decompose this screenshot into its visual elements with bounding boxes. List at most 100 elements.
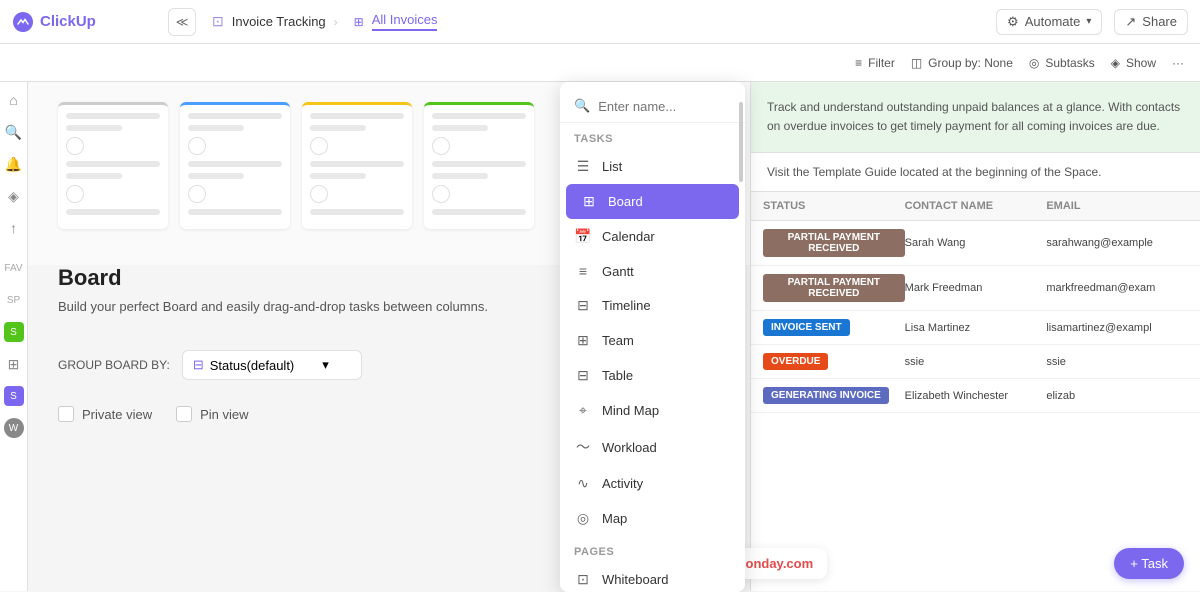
menu-item-mindmap[interactable]: ⌖ Mind Map <box>560 393 745 428</box>
breadcrumb-invoice-tracking[interactable]: Invoice Tracking <box>232 14 326 29</box>
pin-view-box[interactable] <box>176 406 192 422</box>
board-label: Board <box>608 194 643 209</box>
menu-item-gantt[interactable]: ≡ Gantt <box>560 254 745 288</box>
view-search-input[interactable] <box>598 99 731 114</box>
menu-item-team[interactable]: ⊞ Team <box>560 323 745 358</box>
more-options-button[interactable]: ··· <box>1172 56 1184 70</box>
td-contact: Sarah Wang <box>905 237 1047 249</box>
scrollbar-thumb[interactable] <box>739 102 743 182</box>
th-status: STATUS <box>763 200 905 212</box>
breadcrumb-separator: › <box>334 15 338 29</box>
td-email: markfreedman@exam <box>1046 282 1188 294</box>
group-by-chevron-icon: ▾ <box>322 357 329 373</box>
sidebar-up-icon[interactable]: ↑ <box>4 218 24 238</box>
workload-label: Workload <box>602 440 657 455</box>
sidebar-search-icon[interactable]: 🔍 <box>4 122 24 142</box>
pin-view-checkbox[interactable]: Pin view <box>176 406 248 422</box>
team-icon: ⊞ <box>574 332 592 349</box>
menu-item-map[interactable]: ◎ Map <box>560 501 745 536</box>
table-label: Table <box>602 368 633 383</box>
gantt-label: Gantt <box>602 264 634 279</box>
clickup-logo-icon <box>12 11 34 33</box>
invoice-table: STATUS CONTACT NAME EMAIL PARTIAL PAYMEN… <box>751 192 1200 413</box>
timeline-label: Timeline <box>602 298 651 313</box>
td-email: ssie <box>1046 356 1188 368</box>
map-label: Map <box>602 511 627 526</box>
td-status: PARTIAL PAYMENT RECEIVED <box>763 274 905 302</box>
th-email: EMAIL <box>1046 200 1188 212</box>
td-status: GENERATING INVOICE <box>763 387 905 404</box>
menu-item-timeline[interactable]: ⊟ Timeline <box>560 288 745 323</box>
tab-all-invoices[interactable]: All Invoices <box>372 12 438 31</box>
sidebar-fav-label: FAV <box>4 258 24 278</box>
sidebar-w-icon[interactable]: W <box>4 418 24 438</box>
table-icon: ⊟ <box>574 367 592 384</box>
calendar-label: Calendar <box>602 229 655 244</box>
sidebar-home-icon[interactable]: ⌂ <box>4 90 24 110</box>
td-email: elizab <box>1046 390 1188 402</box>
menu-item-calendar[interactable]: 📅 Calendar <box>560 219 745 254</box>
menu-item-whiteboard[interactable]: ⊡ Whiteboard <box>560 562 745 592</box>
board-column-2 <box>180 102 290 229</box>
mindmap-label: Mind Map <box>602 403 659 418</box>
gantt-icon: ≡ <box>574 263 592 279</box>
right-info-panel: Track and understand outstanding unpaid … <box>750 82 1200 591</box>
show-icon: ◈ <box>1111 56 1120 70</box>
private-view-checkbox[interactable]: Private view <box>58 406 152 422</box>
td-contact: ssie <box>905 356 1047 368</box>
more-icon: ··· <box>1172 56 1184 70</box>
private-view-box[interactable] <box>58 406 74 422</box>
pages-section-label: PAGES <box>560 536 745 562</box>
td-status: PARTIAL PAYMENT RECEIVED <box>763 229 905 257</box>
group-by-button[interactable]: ◫ Group by: None <box>911 56 1013 70</box>
td-status: OVERDUE <box>763 353 905 370</box>
whiteboard-label: Whiteboard <box>602 572 668 587</box>
menu-item-workload[interactable]: 〜 Workload <box>560 428 745 466</box>
toolbar2-right: ≡ Filter ◫ Group by: None ◎ Subtasks ◈ S… <box>855 56 1184 70</box>
list-label: List <box>602 159 622 174</box>
right-description-text: Track and understand outstanding unpaid … <box>767 98 1184 136</box>
logo-area: ClickUp <box>12 11 152 33</box>
group-by-value: Status(default) <box>210 358 295 373</box>
add-task-button[interactable]: + Task <box>1114 548 1184 579</box>
right-note: Visit the Template Guide located at the … <box>751 153 1200 192</box>
subtasks-button[interactable]: ◎ Subtasks <box>1029 56 1095 70</box>
share-button[interactable]: ↗ Share <box>1114 9 1188 35</box>
group-by-select[interactable]: ⊟ Status(default) ▾ <box>182 350 362 380</box>
tab-grid-icon: ⊞ <box>354 15 364 29</box>
group-icon: ◫ <box>911 56 922 70</box>
sidebar-bell-icon[interactable]: 🔔 <box>4 154 24 174</box>
show-button[interactable]: ◈ Show <box>1111 56 1156 70</box>
sidebar-collapse-button[interactable]: ≪ <box>168 8 196 36</box>
subtasks-icon: ◎ <box>1029 56 1039 70</box>
table-row: PARTIAL PAYMENT RECEIVED Mark Freedman m… <box>751 266 1200 311</box>
td-contact: Lisa Martinez <box>905 322 1047 334</box>
sidebar-grid-icon[interactable]: ⊞ <box>4 354 24 374</box>
td-status: INVOICE SENT <box>763 319 905 336</box>
sidebar-pulse-icon[interactable]: ◈ <box>4 186 24 206</box>
sidebar-purple-s-icon[interactable]: S <box>4 386 24 406</box>
view-search-area: 🔍 <box>560 90 745 123</box>
td-contact: Elizabeth Winchester <box>905 390 1047 402</box>
secondary-toolbar: ≡ Filter ◫ Group by: None ◎ Subtasks ◈ S… <box>0 44 1200 82</box>
sidebar-sp-label: SP <box>4 290 24 310</box>
table-row: GENERATING INVOICE Elizabeth Winchester … <box>751 379 1200 413</box>
menu-item-activity[interactable]: ∿ Activity <box>560 466 745 501</box>
sidebar-color-s-icon[interactable]: S <box>4 322 24 342</box>
topbar-actions: ⚙ Automate ▾ ↗ Share <box>996 9 1188 35</box>
scrollbar-track[interactable] <box>739 82 743 592</box>
filter-icon: ≡ <box>855 56 862 70</box>
whiteboard-icon: ⊡ <box>574 571 592 588</box>
th-contact: CONTACT NAME <box>905 200 1047 212</box>
td-email: sarahwang@example <box>1046 237 1188 249</box>
filter-button[interactable]: ≡ Filter <box>855 56 895 70</box>
share-icon: ↗ <box>1125 14 1136 30</box>
menu-item-list[interactable]: ☰ List <box>560 149 745 184</box>
automate-button[interactable]: ⚙ Automate ▾ <box>996 9 1102 35</box>
menu-item-board[interactable]: ⊞ Board <box>566 184 739 219</box>
table-header: STATUS CONTACT NAME EMAIL <box>751 192 1200 221</box>
menu-item-table[interactable]: ⊟ Table <box>560 358 745 393</box>
main-layout: ⌂ 🔍 🔔 ◈ ↑ FAV SP S ⊞ S W <box>0 82 1200 591</box>
group-by-label: GROUP BOARD BY: <box>58 358 170 372</box>
left-sidebar: ⌂ 🔍 🔔 ◈ ↑ FAV SP S ⊞ S W <box>0 82 28 591</box>
